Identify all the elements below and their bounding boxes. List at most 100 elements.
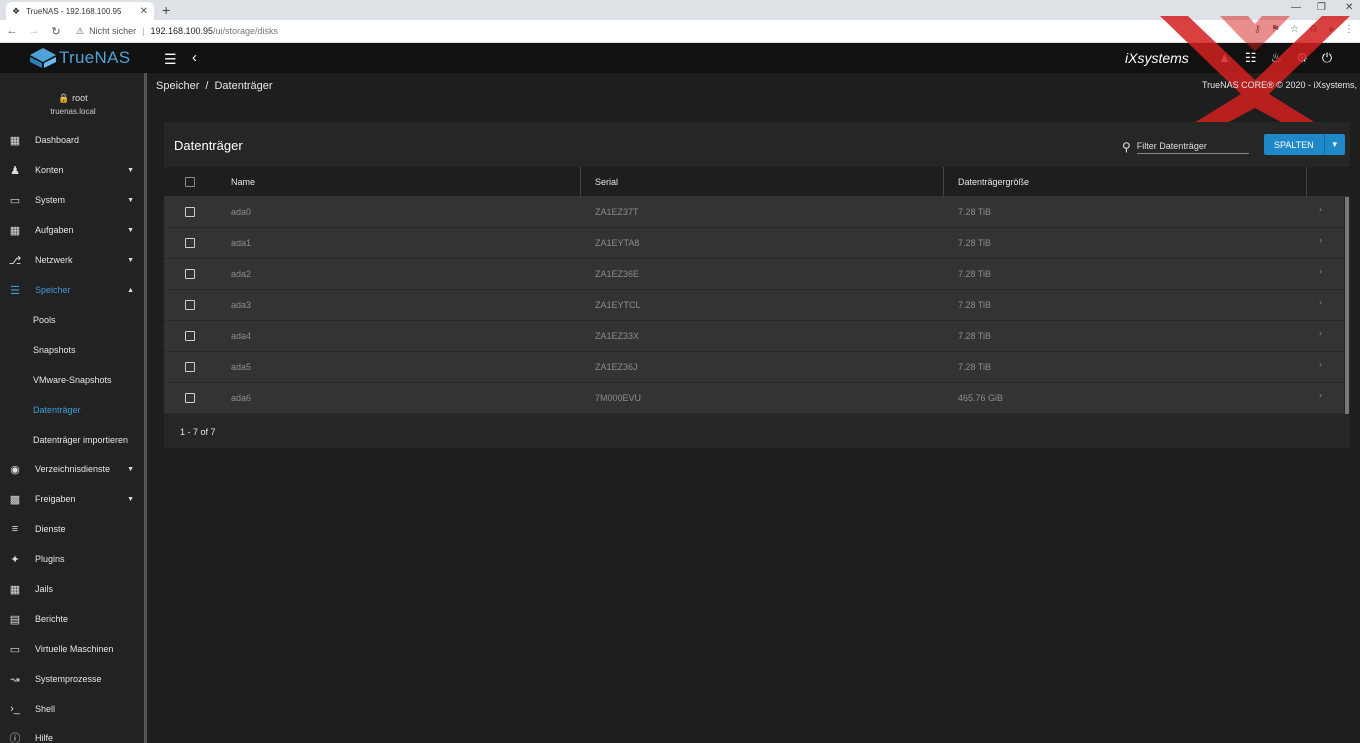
checkbox[interactable] — [185, 177, 195, 187]
sidebar-item-jails[interactable]: ▦ Jails — [0, 576, 144, 602]
sidebar-item-plugins[interactable]: ✦ Plugins — [0, 546, 144, 572]
sidebar-item-shell[interactable]: ›_ Shell — [0, 696, 144, 722]
table-row[interactable]: ada3 ZA1EYTCL 7.28 TiB › — [164, 290, 1344, 321]
settings-gear-icon[interactable]: ⚙ — [1296, 50, 1308, 66]
sidebar-item-systemprozesse[interactable]: ↝ Systemprozesse — [0, 666, 144, 692]
column-header-size[interactable]: Datenträgergröße — [958, 167, 1029, 197]
disk-size: 7.28 TiB — [958, 238, 992, 248]
hamburger-menu-icon[interactable]: ☰ — [164, 51, 177, 68]
truecommand-icon[interactable]: ▲ — [1218, 50, 1231, 66]
table-row[interactable]: ada6 7M000EVU 465.76 GiB › — [164, 383, 1344, 414]
computer-icon: ▭ — [9, 643, 21, 656]
sidebar-subitem-vmware-snapshots[interactable]: VMware-Snapshots — [0, 369, 144, 391]
row-checkbox[interactable] — [185, 300, 195, 310]
collapse-chevron-icon[interactable]: ‹ — [192, 49, 197, 66]
forward-icon[interactable]: → — [24, 25, 44, 37]
sidebar-subitem-snapshots[interactable]: Snapshots — [0, 339, 144, 361]
expand-chevron-icon[interactable]: › — [1319, 204, 1322, 214]
sidebar-item-verzeichnisdienste[interactable]: ◉ Verzeichnisdienste ▼ — [0, 456, 144, 482]
reload-icon[interactable]: ↻ — [46, 25, 66, 38]
star-icon[interactable]: ☆ — [1290, 24, 1299, 35]
row-checkbox[interactable] — [185, 362, 195, 372]
sidebar-item-aufgaben[interactable]: ▦ Aufgaben ▼ — [0, 217, 144, 243]
expand-chevron-icon[interactable]: › — [1319, 297, 1322, 307]
new-tab-icon[interactable]: + — [162, 2, 170, 18]
url-field[interactable]: ⚠ Nicht sicher | 192.168.100.95/ui/stora… — [76, 26, 278, 37]
disk-name: ada1 — [231, 238, 252, 248]
minimize-icon[interactable]: — — [1291, 2, 1301, 13]
expand-chevron-icon[interactable]: › — [1319, 266, 1322, 276]
user-info: 🔒 root truenas.local — [0, 73, 146, 130]
profile-icon[interactable]: ● — [1328, 24, 1334, 35]
sidebar-item-konten[interactable]: ♟ Konten ▼ — [0, 157, 144, 183]
puzzle-icon: ✦ — [10, 553, 20, 566]
filter-input[interactable] — [1136, 139, 1249, 154]
expand-chevron-icon[interactable]: › — [1319, 235, 1322, 245]
column-resize-handle[interactable] — [580, 167, 581, 197]
disk-serial: ZA1EZ33X — [595, 331, 640, 341]
sidebar-item-dashboard[interactable]: ▦ Dashboard — [0, 127, 144, 153]
sidebar-item-netzwerk[interactable]: ⎇ Netzwerk ▼ — [0, 247, 144, 273]
sidebar-item-hilfe[interactable]: ⓘ Hilfe — [0, 725, 144, 743]
browser-tab[interactable]: ❖ TrueNAS - 192.168.100.95 ✕ — [6, 2, 154, 20]
address-bar: ← → ↻ ⚠ Nicht sicher | 192.168.100.95/ui… — [0, 20, 1360, 43]
row-checkbox[interactable] — [185, 331, 195, 341]
shares-icon: ▩ — [9, 493, 21, 506]
tune-icon: ≡ — [11, 523, 19, 535]
column-resize-handle[interactable] — [1306, 167, 1307, 197]
table-row[interactable]: ada2 ZA1EZ36E 7.28 TiB › — [164, 259, 1344, 290]
table-row[interactable]: ada0 ZA1EZ37T 7.28 TiB › — [164, 197, 1344, 228]
row-checkbox[interactable] — [185, 393, 195, 403]
row-checkbox[interactable] — [185, 269, 195, 279]
restore-icon[interactable]: ❐ — [1317, 2, 1326, 13]
expand-chevron-icon[interactable]: › — [1319, 328, 1322, 338]
sidebar: 🔒 root truenas.local ▦ Dashboard ♟ Konte… — [0, 73, 146, 743]
sidebar-subitem-datentraeger[interactable]: Datenträger — [0, 399, 144, 421]
select-all-checkbox[interactable] — [185, 167, 195, 197]
sidebar-scrollbar[interactable] — [144, 73, 147, 743]
menu-icon[interactable]: ⋮ — [1344, 24, 1354, 35]
clipboard-icon[interactable]: ☷ — [1245, 50, 1257, 66]
column-header-serial[interactable]: Serial — [595, 167, 618, 197]
back-icon[interactable]: ← — [2, 25, 22, 37]
truenas-logo[interactable]: TrueNAS — [30, 48, 130, 68]
caret-down-icon: ▼ — [127, 166, 134, 174]
info-icon: ⓘ — [9, 733, 21, 743]
sidebar-item-speicher[interactable]: ☰ Speicher ▲ — [0, 277, 144, 303]
sidebar-subitem-datentraeger-importieren[interactable]: Datenträger importieren — [0, 429, 144, 451]
url-host: 192.168.100.95 — [150, 26, 213, 36]
columns-button[interactable]: SPALTEN — [1264, 134, 1324, 155]
sidebar-item-system[interactable]: ▭ System ▼ — [0, 187, 144, 213]
power-icon[interactable]: ⏻ — [1322, 50, 1332, 66]
columns-dropdown-icon[interactable]: ▼ — [1323, 134, 1345, 155]
window-close-icon[interactable]: ✕ — [1345, 2, 1353, 13]
sidebar-subitem-pools[interactable]: Pools — [0, 309, 144, 331]
table-row[interactable]: ada1 ZA1EYTA8 7.28 TiB › — [164, 228, 1344, 259]
disk-serial: 7M000EVU — [595, 393, 642, 403]
table-scrollbar[interactable] — [1345, 197, 1349, 414]
table-row[interactable]: ada4 ZA1EZ33X 7.28 TiB › — [164, 321, 1344, 352]
page-title: Datenträger — [174, 138, 243, 153]
disk-size: 7.28 TiB — [958, 331, 992, 341]
ixsystems-logo[interactable]: iXsystems — [1125, 50, 1189, 66]
sidebar-item-virtuelle-maschinen[interactable]: ▭ Virtuelle Maschinen — [0, 636, 144, 662]
close-tab-icon[interactable]: ✕ — [140, 6, 148, 17]
caret-down-icon: ▼ — [127, 495, 134, 503]
extension-icon[interactable]: ♻ — [1309, 24, 1318, 35]
chart-icon: ▤ — [9, 613, 21, 626]
expand-chevron-icon[interactable]: › — [1319, 359, 1322, 369]
row-checkbox[interactable] — [185, 207, 195, 217]
table-row[interactable]: ada5 ZA1EZ36J 7.28 TiB › — [164, 352, 1344, 383]
disk-name: ada2 — [231, 269, 252, 279]
row-checkbox[interactable] — [185, 238, 195, 248]
breadcrumb-parent[interactable]: Speicher — [156, 80, 199, 92]
translate-icon[interactable]: ⚑ — [1271, 24, 1280, 35]
sidebar-item-dienste[interactable]: ≡ Dienste — [0, 516, 144, 542]
column-resize-handle[interactable] — [943, 167, 944, 197]
expand-chevron-icon[interactable]: › — [1319, 390, 1322, 400]
sidebar-item-berichte[interactable]: ▤ Berichte — [0, 606, 144, 632]
key-icon[interactable]: ⚷ — [1254, 24, 1261, 35]
sidebar-item-freigaben[interactable]: ▩ Freigaben ▼ — [0, 486, 144, 512]
notification-bell-icon[interactable]: ♨ — [1271, 50, 1283, 66]
column-header-name[interactable]: Name — [231, 167, 255, 197]
